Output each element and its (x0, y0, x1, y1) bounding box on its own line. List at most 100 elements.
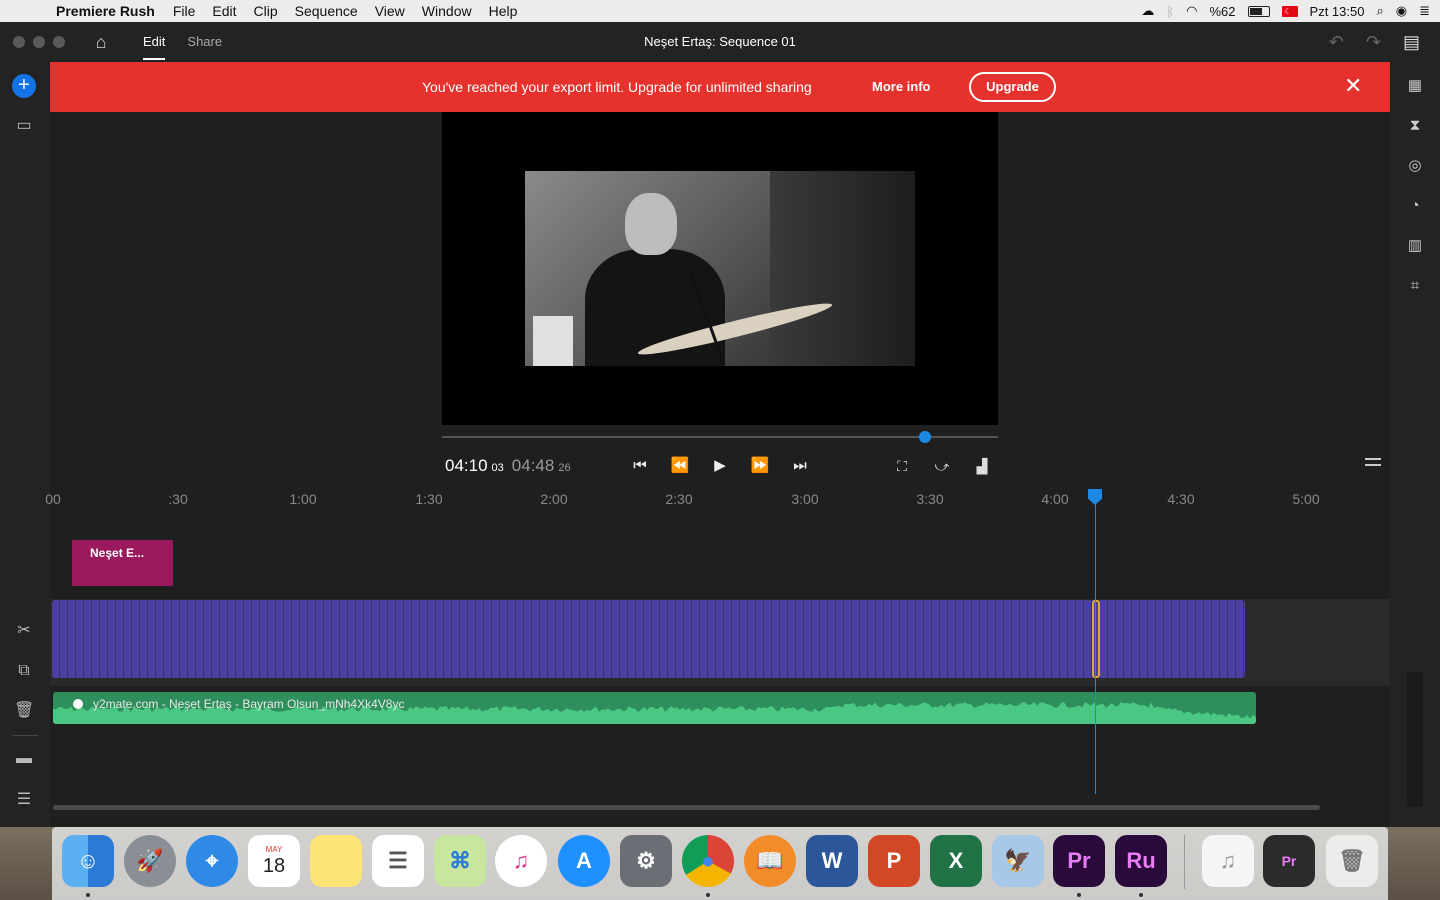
total-frames: 26 (558, 462, 571, 474)
playhead-line (1095, 498, 1096, 794)
go-to-start-icon[interactable]: ⏮ (628, 456, 652, 476)
timeline-menu-icon[interactable] (1365, 458, 1381, 472)
finder-icon[interactable]: ☺ (62, 835, 114, 887)
window-controls (13, 36, 65, 48)
input-source-flag-icon[interactable] (1281, 5, 1298, 17)
edit-workspace: 04:10 03 04:48 26 ⏮ ⏪ ▶ ⏩ ⏭ ⛶ ⤻ ▟ 00 :30 1:… (45, 112, 1390, 827)
speed-panel-icon[interactable]: ◔ (1405, 196, 1425, 216)
bluetooth-icon[interactable]: ᛒ (1166, 4, 1174, 19)
chrome-icon[interactable]: ● (682, 835, 734, 887)
calendar-icon[interactable]: MAY 18 (248, 835, 300, 887)
vertical-zoom-slider[interactable] (1407, 672, 1423, 807)
delete-clip-icon[interactable]: 🗑 (14, 701, 34, 721)
split-clip-icon[interactable]: ✂ (14, 621, 34, 641)
reminders-icon[interactable]: ☰ (372, 835, 424, 887)
menu-view[interactable]: View (375, 3, 405, 19)
maps-icon[interactable]: ⌘ (434, 835, 486, 887)
calendar-month: MAY (265, 844, 283, 854)
home-icon[interactable]: ⌂ (91, 32, 111, 52)
notes-icon[interactable] (310, 835, 362, 887)
banner-message: You've reached your export limit. Upgrad… (422, 79, 812, 95)
upgrade-button[interactable]: Upgrade (969, 72, 1056, 102)
wifi-icon[interactable]: ◠ (1186, 3, 1197, 19)
calendar-day: 18 (262, 854, 286, 877)
music-file-icon[interactable]: ♫ (1202, 835, 1254, 887)
spotlight-search-icon[interactable]: ⌕ (1376, 3, 1383, 19)
aspect-ratio-icon[interactable]: ▟ (971, 456, 993, 476)
go-to-end-icon[interactable]: ⏭ (788, 456, 812, 476)
excel-icon[interactable]: X (930, 835, 982, 887)
mac-menu-bar: Premiere Rush File Edit Clip Sequence Vi… (0, 0, 1440, 22)
add-media-button[interactable]: + (12, 74, 36, 98)
graphics-panel-icon[interactable]: ▦ (1405, 76, 1425, 96)
launchpad-icon[interactable]: 🚀 (124, 835, 176, 887)
safari-icon[interactable]: ⌖ (186, 835, 238, 887)
clock[interactable]: Pzt 13:50 (1310, 4, 1365, 19)
preview-icon[interactable]: 🦅 (992, 835, 1044, 887)
timeline-ruler[interactable]: 00 :30 1:00 1:30 2:00 2:30 3:00 3:30 4:0… (45, 488, 1390, 512)
app-menu-name[interactable]: Premiere Rush (56, 3, 155, 19)
track-controls-icon[interactable]: ▬ (14, 749, 34, 769)
user-icon (73, 699, 83, 709)
close-window-button[interactable] (13, 36, 25, 48)
crop-panel-icon[interactable]: ⌗ (1405, 276, 1425, 296)
audio-clip-label: y2mate.com - Neşet Ertaş - Bayram Olsun_… (73, 697, 404, 711)
app-title-bar: ⌂ Edit Share Neşet Ertaş: Sequence 01 ↶ … (0, 22, 1440, 62)
minimize-window-button[interactable] (33, 36, 45, 48)
zoom-window-button[interactable] (53, 36, 65, 48)
menu-edit[interactable]: Edit (212, 3, 236, 19)
current-time: 04:10 (445, 456, 488, 475)
app-store-icon[interactable]: A (558, 835, 610, 887)
selected-frame-marker[interactable] (1092, 600, 1100, 678)
more-info-link[interactable]: More info (872, 79, 931, 94)
menu-window[interactable]: Window (422, 3, 472, 19)
feedback-chat-icon[interactable]: ▤ (1403, 32, 1420, 53)
play-icon[interactable]: ▶ (708, 456, 732, 476)
redo-icon[interactable]: ↷ (1366, 32, 1381, 53)
left-toolbar: + ▭ ✂ ⧉ 🗑 ▬ ☰ (0, 62, 50, 827)
audio-panel-icon[interactable]: ▥ (1405, 236, 1425, 256)
audio-clip[interactable]: y2mate.com - Neşet Ertaş - Bayram Olsun_… (53, 692, 1256, 724)
fit-to-screen-icon[interactable]: ⛶ (891, 456, 913, 476)
scrubber-handle[interactable] (918, 431, 931, 443)
siri-icon[interactable]: ◉ (1396, 3, 1407, 19)
system-preferences-icon[interactable]: ⚙ (620, 835, 672, 887)
project-assets-icon[interactable]: ▭ (14, 116, 34, 136)
menu-file[interactable]: File (173, 3, 196, 19)
undo-icon[interactable]: ↶ (1329, 32, 1344, 53)
notification-center-icon[interactable]: ≣ (1419, 3, 1430, 19)
program-monitor[interactable] (442, 112, 998, 425)
close-banner-icon[interactable]: ✕ (1344, 75, 1362, 97)
timeline-horizontal-scrollbar[interactable] (53, 805, 1320, 810)
ruler-label: 4:00 (1041, 491, 1069, 507)
loop-icon[interactable]: ⤻ (931, 456, 953, 476)
title-clip[interactable]: Neşet E... (72, 540, 173, 586)
color-panel-icon[interactable]: ◎ (1405, 156, 1425, 176)
powerpoint-icon[interactable]: P (868, 835, 920, 887)
creative-cloud-icon[interactable]: ☁ (1141, 3, 1154, 19)
premiere-pro-icon[interactable]: Pr (1053, 835, 1105, 887)
duplicate-clip-icon[interactable]: ⧉ (14, 661, 34, 681)
tab-share[interactable]: Share (187, 22, 222, 62)
trash-icon[interactable]: 🗑 (1326, 835, 1378, 887)
premiere-rush-icon[interactable]: Ru (1115, 835, 1167, 887)
menu-sequence[interactable]: Sequence (295, 3, 358, 19)
track-list-icon[interactable]: ☰ (14, 790, 34, 810)
ruler-label: 2:30 (665, 491, 693, 507)
battery-icon[interactable] (1247, 5, 1270, 17)
ibooks-icon[interactable]: 📖 (744, 835, 796, 887)
ruler-label: 4:30 (1167, 491, 1195, 507)
tab-edit[interactable]: Edit (143, 22, 166, 62)
media-encoder-icon[interactable]: Pr (1263, 835, 1315, 887)
battery-percent[interactable]: %62 (1210, 4, 1236, 19)
transitions-panel-icon[interactable]: ⧗ (1405, 116, 1425, 136)
video-clip[interactable] (52, 600, 1245, 678)
itunes-icon[interactable]: ♫ (495, 835, 547, 887)
playback-scrubber[interactable] (442, 431, 998, 443)
ruler-label: 00 (45, 491, 61, 507)
menu-help[interactable]: Help (489, 3, 518, 19)
word-icon[interactable]: W (806, 835, 858, 887)
menu-clip[interactable]: Clip (254, 3, 278, 19)
step-back-icon[interactable]: ⏪ (668, 456, 692, 476)
step-forward-icon[interactable]: ⏩ (748, 456, 772, 476)
